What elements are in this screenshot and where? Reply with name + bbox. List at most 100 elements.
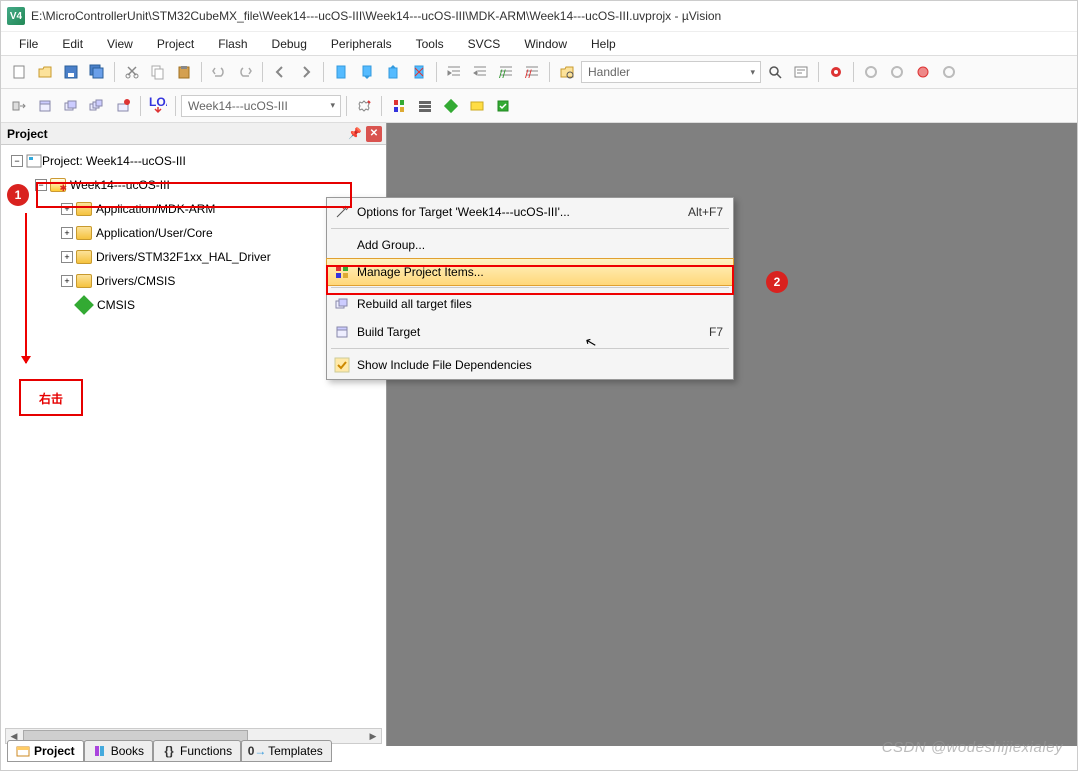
- packs-icon[interactable]: [439, 94, 463, 118]
- cmsis-icon: [74, 295, 94, 315]
- cm-options-for-target[interactable]: Options for Target 'Week14---ucOS-III'..…: [327, 198, 733, 226]
- breakpoint2-icon[interactable]: [885, 60, 909, 84]
- find-icon[interactable]: [555, 60, 579, 84]
- tab-project[interactable]: Project: [7, 740, 84, 762]
- save-icon[interactable]: [59, 60, 83, 84]
- window-title: E:\MicroControllerUnit\STM32CubeMX_file\…: [31, 9, 721, 23]
- file-ext-icon[interactable]: [387, 94, 411, 118]
- menu-file[interactable]: File: [9, 34, 48, 54]
- translate-icon[interactable]: [7, 94, 31, 118]
- menu-project[interactable]: Project: [147, 34, 204, 54]
- bookmark-next-icon[interactable]: [381, 60, 405, 84]
- menu-tools[interactable]: Tools: [406, 34, 454, 54]
- save-all-icon[interactable]: [85, 60, 109, 84]
- cut-icon[interactable]: [120, 60, 144, 84]
- pin-icon[interactable]: 📌: [348, 127, 362, 140]
- cm-options-shortcut: Alt+F7: [688, 205, 723, 219]
- menu-svcs[interactable]: SVCS: [458, 34, 511, 54]
- new-icon[interactable]: [7, 60, 31, 84]
- cm-rebuild-all[interactable]: Rebuild all target files: [327, 290, 733, 318]
- close-icon[interactable]: ✕: [366, 126, 382, 142]
- tab-templates[interactable]: 0→ Templates: [241, 740, 332, 762]
- incremental-find-icon[interactable]: [789, 60, 813, 84]
- expand-icon[interactable]: +: [61, 251, 73, 263]
- rte-icon[interactable]: [465, 94, 489, 118]
- scroll-right-icon[interactable]: ▶: [365, 729, 381, 743]
- tree-target[interactable]: − Week14---ucOS-III: [3, 173, 384, 197]
- watermark: CSDN @wodeshijiexialey: [882, 739, 1063, 756]
- project-panel-title: Project: [7, 127, 48, 141]
- target-combo[interactable]: Week14---ucOS-III: [181, 95, 341, 117]
- find-in-files-icon[interactable]: [763, 60, 787, 84]
- expand-icon[interactable]: +: [61, 203, 73, 215]
- cm-build-shortcut: F7: [709, 325, 723, 339]
- back-icon[interactable]: [268, 60, 292, 84]
- menu-peripherals[interactable]: Peripherals: [321, 34, 402, 54]
- uncomment-icon[interactable]: //: [520, 60, 544, 84]
- open-icon[interactable]: [33, 60, 57, 84]
- expand-icon[interactable]: +: [61, 227, 73, 239]
- tree-root[interactable]: − Project: Week14---ucOS-III: [3, 149, 384, 173]
- annotation-badge-1: 1: [7, 184, 29, 206]
- rebuild-icon: [333, 295, 351, 313]
- menu-edit[interactable]: Edit: [52, 34, 93, 54]
- tree-target-label: Week14---ucOS-III: [70, 178, 170, 192]
- separator: [331, 287, 729, 288]
- redo-icon[interactable]: [233, 60, 257, 84]
- cm-showinc-label: Show Include File Dependencies: [357, 358, 532, 372]
- cm-build-target[interactable]: Build Target F7: [327, 318, 733, 346]
- tab-books[interactable]: Books: [84, 740, 153, 762]
- paste-icon[interactable]: [172, 60, 196, 84]
- stop-build-icon[interactable]: [111, 94, 135, 118]
- options-icon[interactable]: [352, 94, 376, 118]
- download-icon[interactable]: LOAD: [146, 94, 170, 118]
- find-combo[interactable]: Handler: [581, 61, 761, 83]
- bookmark-clear-icon[interactable]: [407, 60, 431, 84]
- expand-icon[interactable]: +: [61, 275, 73, 287]
- tab-functions-label: Functions: [180, 744, 232, 758]
- menu-flash[interactable]: Flash: [208, 34, 257, 54]
- menu-debug[interactable]: Debug: [262, 34, 317, 54]
- cm-add-group[interactable]: Add Group...: [327, 231, 733, 259]
- breakpoint4-icon[interactable]: [937, 60, 961, 84]
- target-icon: [50, 178, 66, 192]
- menu-view[interactable]: View: [97, 34, 143, 54]
- cm-options-label: Options for Target 'Week14---ucOS-III'..…: [357, 205, 570, 219]
- menu-help[interactable]: Help: [581, 34, 626, 54]
- undo-icon[interactable]: [207, 60, 231, 84]
- build-toolbar: LOAD Week14---ucOS-III: [1, 89, 1077, 123]
- templates-tab-icon: 0→: [250, 744, 264, 758]
- build-icon[interactable]: [33, 94, 57, 118]
- tab-templates-label: Templates: [268, 744, 323, 758]
- project-panel-header: Project 📌 ✕: [1, 123, 386, 145]
- bookmark-icon[interactable]: [329, 60, 353, 84]
- bookmark-prev-icon[interactable]: [355, 60, 379, 84]
- comment-icon[interactable]: //: [494, 60, 518, 84]
- build-icon: [333, 323, 351, 341]
- cm-build-label: Build Target: [357, 325, 420, 339]
- app-icon: V4: [7, 7, 25, 25]
- breakpoint3-icon[interactable]: [911, 60, 935, 84]
- project-tab-icon: [16, 744, 30, 758]
- cm-manage-project-items[interactable]: Manage Project Items... ↖: [326, 258, 734, 286]
- breakpoint-icon[interactable]: [859, 60, 883, 84]
- collapse-icon[interactable]: −: [11, 155, 23, 167]
- outdent-icon[interactable]: [468, 60, 492, 84]
- select-packs-icon[interactable]: [491, 94, 515, 118]
- batch-build-icon[interactable]: [85, 94, 109, 118]
- debug-icon[interactable]: [824, 60, 848, 84]
- tree-folder-label: Application/MDK-ARM: [96, 202, 215, 216]
- collapse-icon[interactable]: −: [35, 179, 47, 191]
- forward-icon[interactable]: [294, 60, 318, 84]
- tree-folder-label: Application/User/Core: [96, 226, 213, 240]
- separator: [331, 228, 729, 229]
- menu-window[interactable]: Window: [514, 34, 577, 54]
- tab-project-label: Project: [34, 744, 75, 758]
- cm-show-include-deps[interactable]: Show Include File Dependencies: [327, 351, 733, 379]
- indent-icon[interactable]: [442, 60, 466, 84]
- manage-icon[interactable]: [413, 94, 437, 118]
- annotation-rightclick: 右击: [19, 379, 83, 416]
- copy-icon[interactable]: [146, 60, 170, 84]
- rebuild-icon[interactable]: [59, 94, 83, 118]
- tab-functions[interactable]: {} Functions: [153, 740, 241, 762]
